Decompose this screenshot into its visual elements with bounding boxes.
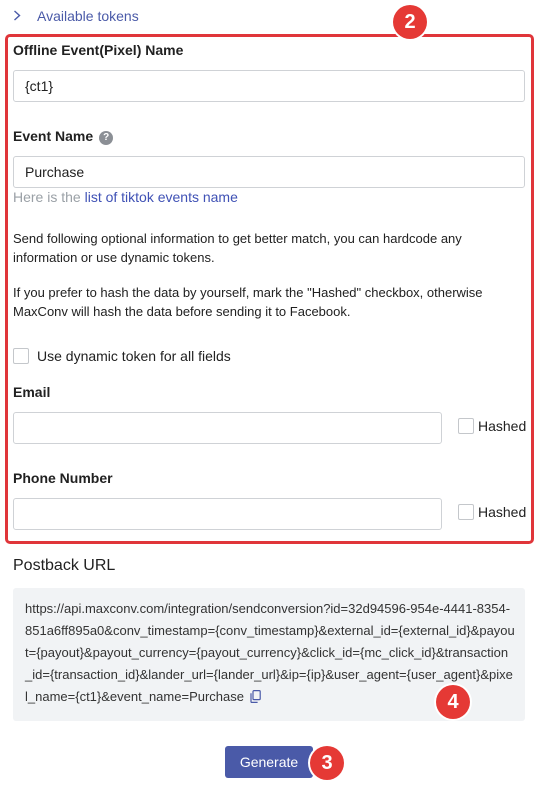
phone-number-label: Phone Number	[13, 470, 113, 486]
email-field[interactable]	[13, 412, 442, 444]
email-hashed-label: Hashed	[478, 418, 527, 434]
dynamic-token-label: Use dynamic token for all fields	[37, 348, 231, 364]
chevron-right-icon	[13, 9, 27, 24]
available-tokens-label: Available tokens	[37, 8, 139, 24]
event-name-label-text: Event Name	[13, 128, 94, 144]
offline-event-name-input[interactable]	[13, 70, 525, 102]
dynamic-token-row[interactable]: Use dynamic token for all fields	[13, 348, 231, 364]
info-text-hashed: If you prefer to hash the data by yourse…	[13, 285, 483, 319]
hint-prefix: Here is the	[13, 189, 81, 205]
help-icon[interactable]: ?	[99, 130, 114, 145]
dynamic-token-checkbox[interactable]	[13, 348, 29, 364]
email-label: Email	[13, 384, 51, 400]
phone-hashed-row[interactable]: Hashed	[458, 504, 526, 520]
annotation-badge-4: 4	[436, 685, 470, 719]
email-hashed-row[interactable]: Hashed	[458, 418, 526, 434]
event-name-hint: Here is the list of tiktok events name	[13, 189, 238, 205]
email-hashed-checkbox[interactable]	[458, 418, 474, 434]
event-name-input[interactable]	[13, 156, 525, 188]
offline-event-name-label: Offline Event(Pixel) Name	[13, 42, 184, 58]
tiktok-events-link[interactable]: list of tiktok events name	[85, 189, 238, 205]
generate-button[interactable]: Generate	[225, 746, 313, 778]
available-tokens-toggle[interactable]: Available tokens	[13, 6, 139, 26]
annotation-badge-3: 3	[310, 746, 344, 780]
postback-url-title: Postback URL	[13, 557, 116, 574]
phone-number-field[interactable]	[13, 498, 442, 530]
info-text-optional: Send following optional information to g…	[13, 231, 462, 265]
event-name-label: Event Name?	[13, 128, 114, 145]
phone-hashed-checkbox[interactable]	[458, 504, 474, 520]
copy-icon[interactable]	[250, 688, 261, 710]
phone-hashed-label: Hashed	[478, 504, 527, 520]
annotation-badge-2: 2	[393, 5, 427, 39]
